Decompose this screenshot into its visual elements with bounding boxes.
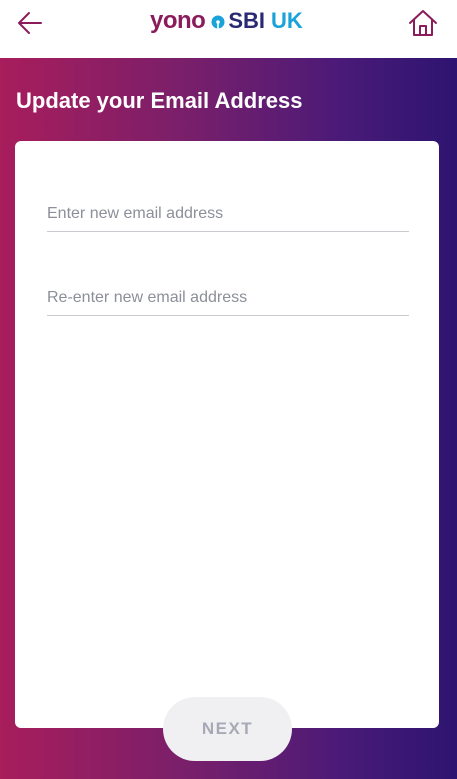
logo-region-text: UK [271, 8, 303, 33]
page-title: Update your Email Address [16, 88, 303, 113]
yono-sbi-uk-logo: yono SBI UK [150, 7, 303, 35]
home-icon [409, 10, 437, 36]
home-button[interactable] [406, 6, 440, 40]
email-form-card [15, 141, 439, 728]
update-email-screen: yono SBI UK Update your Email Address En… [0, 0, 457, 779]
next-button[interactable]: NEXT [163, 697, 292, 761]
new-email-input[interactable] [47, 196, 409, 232]
logo-sbi-text: SBI [228, 8, 266, 33]
arrow-left-icon [18, 12, 42, 34]
logo-yono-text: yono [150, 7, 206, 34]
sbi-keyhole-icon [211, 15, 225, 29]
confirm-email-input[interactable] [47, 280, 409, 316]
top-bar: yono SBI UK [0, 0, 457, 58]
back-button[interactable] [14, 8, 48, 38]
